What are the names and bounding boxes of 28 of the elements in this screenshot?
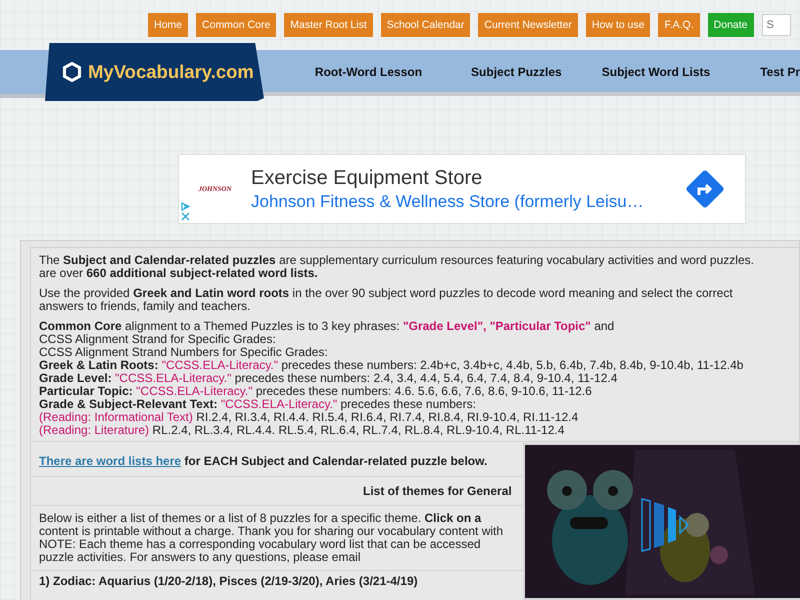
adchoices-icon[interactable] [181, 202, 190, 211]
ad-link[interactable]: Johnson Fitness & Wellness Store (formerly Leisu… [251, 192, 685, 212]
menu-button[interactable]: Current Newsletter [478, 13, 578, 37]
menu-button[interactable]: F.A.Q. [658, 13, 700, 37]
menu-button[interactable]: School Calendar [380, 13, 470, 37]
hexagon-icon [63, 62, 81, 82]
section-heading: List of themes for General [362, 484, 513, 498]
nav-link[interactable]: Subject Word Lists [602, 65, 710, 79]
play-icon[interactable] [640, 497, 690, 553]
menu-button[interactable]: How to use [586, 13, 650, 37]
word-lists-link[interactable]: There are word lists here [39, 454, 182, 468]
nav-link[interactable]: Test Pr [760, 65, 800, 79]
nav-link[interactable]: Root-Word Lesson [314, 65, 422, 79]
nav-link[interactable]: Subject Puzzles [471, 65, 562, 79]
search-field[interactable]: S [762, 14, 790, 36]
site-logo[interactable]: MyVocabulary.com [45, 43, 264, 101]
menu-button[interactable]: Common Core [196, 13, 276, 37]
paragraph: Common Core alignment to a Themed Puzzles is to 3 key phrases: "Grade Level", "Particular Topic" and CCSS Alignment Strand for Specific Grades: CCSS Alignment Strand Numbers for Specific Grades: Greek & Latin Roots: "CCSS.ELA-Literacy." precedes these numbers: 2.4b+c, 3.4b+c, 4.4b, 5.b, 6.4b, 7.4b, 8.4b, 9-10.4b, 11-12.4b Grade Level: "CCSS.ELA-Literacy." precedes these numbers: 2.4, 3.4, 4.4, 5.4, 6.4, 7.4, 8.4, 9-10.4, 11-12.4 Particular Topic: "CCSS.ELA-Literacy." precedes these numbers: 4.6. 5.6, 6.6, 7.6, 8.6, 9-10.6, 11-12.6 Grade & Subject-Relevant Text: "CCSS.ELA-Literacy." precedes these numbers: (Reading: Informational Text) RI.2.4, RI.3.4, RI.4.4. RI.5.4, RI.6.4, RI.7.4, RI.8.4, RI.9-10.4, RI.11-12.4 (Reading: Literature) RL.2.4, RL.3.4, RL.4.4. RL.5.4, RL.6.4, RL.7.4, RL.8.4, RL.9-10.4, RL.11-12.4 [39, 320, 744, 437]
word-lists-note: for EACH Subject and Calendar-related puzzle below. [184, 454, 488, 468]
menu-button[interactable]: Home [148, 13, 188, 37]
close-icon[interactable] [181, 212, 190, 221]
ad-headline: Exercise Equipment Store [251, 166, 484, 190]
donate-button[interactable]: Donate [708, 13, 754, 37]
paragraph: Below is either a list of themes or a list of 8 puzzles for a specific theme. Click on a content is printable without a charge. Thank you for sharing our vocabulary content with NOTE: Each theme has a corresponding vocabulary word list that can be accessed puzzle activities. For answers to any questions, please email [39, 512, 504, 564]
menu-button[interactable]: Master Root List [284, 13, 373, 37]
theme-item[interactable]: 1) Zodiac: Aquarius (1/20-2/18), Pisces (2/19-3/20), Aries (3/21-4/19) [39, 574, 418, 588]
paragraph: The Subject and Calendar-related puzzles are supplementary curriculum resources featuring vocabulary activities and word puzzles. are over 660 additional subject-related word lists. [39, 254, 754, 280]
paragraph: Use the provided Greek and Latin word roots in the over 90 subject word puzzles to decode word meaning and select the correct answers to friends, family and teachers. [39, 287, 733, 313]
